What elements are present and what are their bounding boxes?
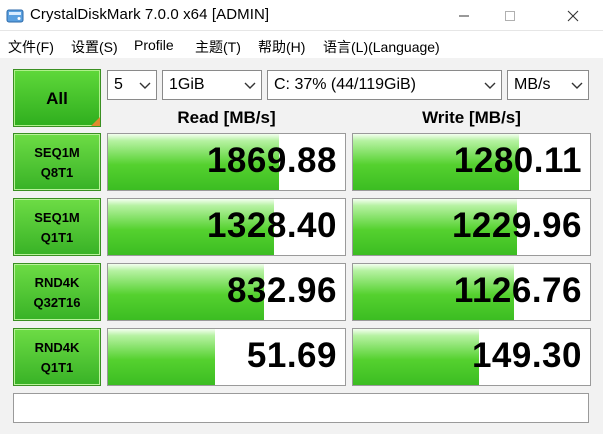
title-bar: CrystalDiskMark 7.0.0 x64 [ADMIN]	[0, 0, 603, 31]
test-count-select[interactable]: 5	[107, 70, 157, 100]
chevron-down-icon	[244, 82, 256, 89]
write-result-seq1m-q1t1: 1229.96	[352, 198, 591, 256]
minimize-button[interactable]	[441, 0, 487, 31]
drive-select[interactable]: C: 37% (44/119GiB)	[267, 70, 502, 100]
menu-theme[interactable]: 主题(T)	[195, 37, 241, 57]
menu-settings[interactable]: 设置(S)	[71, 37, 118, 57]
test-button-label-2: Q1T1	[40, 230, 74, 245]
menu-language[interactable]: 语言(L)(Language)	[323, 37, 440, 57]
test-button-rnd4k-q32t16[interactable]: RND4K Q32T16	[13, 263, 101, 321]
read-result-rnd4k-q32t16: 832.96	[107, 263, 346, 321]
write-value: 1229.96	[451, 206, 582, 245]
close-button[interactable]	[550, 0, 596, 31]
chevron-down-icon	[484, 82, 496, 89]
test-button-seq1m-q1t1[interactable]: SEQ1M Q1T1	[13, 198, 101, 256]
test-button-rnd4k-q1t1[interactable]: RND4K Q1T1	[13, 328, 101, 386]
test-button-label-2: Q8T1	[40, 165, 74, 180]
menu-help[interactable]: 帮助(H)	[258, 37, 305, 57]
menu-profile[interactable]: Profile	[134, 37, 174, 53]
drive-value: C: 37% (44/119GiB)	[274, 76, 416, 93]
write-value: 1126.76	[453, 271, 582, 310]
chevron-down-icon	[139, 82, 151, 89]
read-value: 832.96	[226, 271, 337, 310]
test-button-label-1: SEQ1M	[34, 210, 80, 225]
read-bar	[108, 329, 215, 385]
maximize-icon	[505, 10, 515, 21]
read-result-seq1m-q1t1: 1328.40	[107, 198, 346, 256]
menu-file[interactable]: 文件(F)	[8, 37, 54, 57]
close-icon	[567, 10, 579, 21]
write-result-rnd4k-q1t1: 149.30	[352, 328, 591, 386]
window-title: CrystalDiskMark 7.0.0 x64 [ADMIN]	[30, 6, 270, 23]
read-result-seq1m-q8t1: 1869.88	[107, 133, 346, 191]
test-count-value: 5	[114, 76, 123, 93]
write-result-seq1m-q8t1: 1280.11	[352, 133, 591, 191]
unit-select[interactable]: MB/s	[507, 70, 589, 100]
test-button-label-1: RND4K	[34, 275, 80, 290]
read-value: 1328.40	[206, 206, 337, 245]
read-result-rnd4k-q1t1: 51.69	[107, 328, 346, 386]
maximize-button[interactable]	[487, 0, 533, 31]
unit-value: MB/s	[514, 76, 551, 93]
write-bar	[353, 329, 479, 385]
app-icon	[6, 9, 24, 23]
write-result-rnd4k-q32t16: 1126.76	[352, 263, 591, 321]
test-button-label-2: Q32T16	[33, 295, 81, 310]
test-button-label-2: Q1T1	[40, 360, 74, 375]
read-value: 51.69	[246, 336, 337, 375]
chevron-down-icon	[571, 82, 583, 89]
minimize-icon	[459, 15, 469, 16]
comment-field[interactable]	[13, 393, 589, 423]
test-button-label-1: SEQ1M	[34, 145, 80, 160]
all-button-label: All	[46, 89, 68, 108]
test-button-seq1m-q8t1[interactable]: SEQ1M Q8T1	[13, 133, 101, 191]
test-button-label-1: RND4K	[34, 340, 80, 355]
read-value: 1869.88	[206, 141, 337, 180]
corner-marker	[91, 117, 100, 126]
menu-bar: 文件(F) 设置(S) Profile 主题(T) 帮助(H) 语言(L)(La…	[0, 32, 603, 58]
write-header: Write [MB/s]	[422, 108, 521, 127]
write-value: 149.30	[471, 336, 582, 375]
test-size-select[interactable]: 1GiB	[162, 70, 262, 100]
all-button[interactable]: All	[13, 69, 101, 127]
read-header: Read [MB/s]	[177, 108, 276, 127]
write-value: 1280.11	[453, 141, 582, 180]
test-size-value: 1GiB	[169, 76, 205, 93]
